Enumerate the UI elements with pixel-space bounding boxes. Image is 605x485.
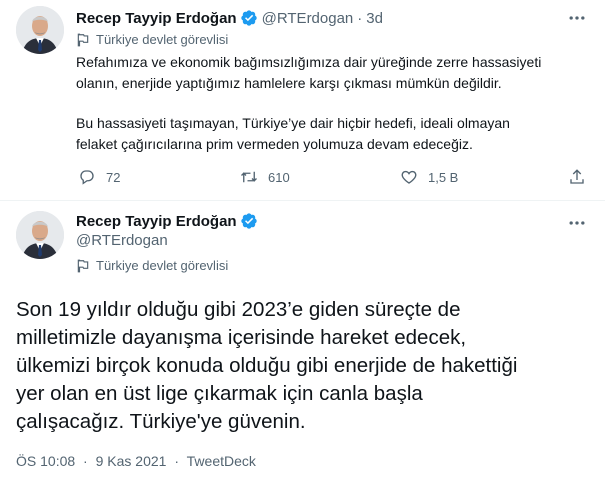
tweet-header: Recep Tayyip Erdoğan @RTErdogan · 3d bbox=[76, 8, 383, 28]
author-name[interactable]: Recep Tayyip Erdoğan bbox=[76, 213, 237, 230]
avatar[interactable] bbox=[16, 6, 64, 54]
tweet-text-line: Refahımıza ve ekonomik bağımsızlığımıza … bbox=[76, 54, 542, 70]
avatar[interactable] bbox=[16, 211, 64, 259]
label-text: Türkiye devlet görevlisi bbox=[96, 258, 229, 273]
tweet-text-line: çalışacağız. Türkiye'ye güvenin. bbox=[16, 410, 306, 433]
tweet-text-line: ülkemizi birçok konuda olduğu gibi enerj… bbox=[16, 354, 518, 377]
author-handle[interactable]: @RTErdogan bbox=[76, 232, 168, 249]
more-options-icon[interactable] bbox=[567, 213, 587, 233]
share-button[interactable] bbox=[568, 168, 586, 186]
tweet-text-line: yer olan en üst lige çıkarmak için canla… bbox=[16, 382, 423, 405]
like-button[interactable]: 1,5 B bbox=[400, 168, 458, 186]
retweet-button[interactable]: 610 bbox=[240, 168, 290, 186]
heart-icon bbox=[400, 168, 418, 186]
date[interactable]: 9 Kas 2021 bbox=[96, 453, 167, 469]
timestamp[interactable]: 3d bbox=[366, 10, 383, 27]
author-handle[interactable]: @RTErdogan bbox=[262, 10, 354, 27]
separator: · bbox=[83, 453, 88, 469]
tweet-text-line: Bu hassasiyeti taşımayan, Türkiye’ye dai… bbox=[76, 115, 510, 131]
avatar-image bbox=[16, 211, 64, 259]
tweet-actions: 72 610 1,5 B bbox=[0, 168, 605, 190]
more-options-icon[interactable] bbox=[567, 8, 587, 28]
reply-button[interactable]: 72 bbox=[78, 168, 120, 186]
tweet-text-line: milletimizle dayanışma içerisinde hareke… bbox=[16, 326, 467, 349]
tweet-metadata: ÖS 10:08 · 9 Kas 2021 · TweetDeck bbox=[16, 453, 256, 469]
flag-icon bbox=[76, 259, 90, 273]
separator: · bbox=[357, 9, 363, 27]
reply-count: 72 bbox=[106, 169, 121, 185]
tweet-text-line: Son 19 yıldır olduğu gibi 2023’e giden s… bbox=[16, 298, 461, 321]
timestamp[interactable]: ÖS 10:08 bbox=[16, 453, 75, 469]
tweet-text: Son 19 yıldır olduğu gibi 2023’e giden s… bbox=[16, 296, 601, 436]
government-label[interactable]: Türkiye devlet görevlisi bbox=[76, 32, 228, 47]
flag-icon bbox=[76, 33, 90, 47]
separator: · bbox=[174, 453, 180, 469]
tweet-text-line: felaket çağırıcılarına prim vermeden yol… bbox=[76, 135, 473, 152]
like-count: 1,5 B bbox=[428, 169, 459, 185]
label-text: Türkiye devlet görevlisi bbox=[96, 32, 229, 47]
tweet-header: Recep Tayyip Erdoğan bbox=[76, 211, 258, 231]
tweet-text-line: olanın, enerjide yaptığımız hamlelere ka… bbox=[76, 74, 502, 91]
author-name[interactable]: Recep Tayyip Erdoğan bbox=[76, 10, 237, 27]
source-app[interactable]: TweetDeck bbox=[187, 453, 256, 469]
verified-badge-icon bbox=[240, 212, 258, 230]
tweet-1[interactable]: Recep Tayyip Erdoğan @RTErdogan · 3d Tür… bbox=[0, 0, 605, 200]
reply-icon bbox=[78, 168, 96, 186]
verified-badge-icon bbox=[240, 9, 258, 27]
avatar-image bbox=[16, 6, 64, 54]
retweet-count: 610 bbox=[268, 169, 290, 185]
tweet-text: Refahımıza ve ekonomik bağımsızlığımıza … bbox=[76, 52, 586, 154]
retweet-icon bbox=[240, 168, 258, 186]
tweet-2[interactable]: Recep Tayyip Erdoğan @RTErdogan Türkiye … bbox=[0, 201, 605, 485]
government-label[interactable]: Türkiye devlet görevlisi bbox=[76, 258, 228, 273]
share-icon bbox=[568, 168, 586, 186]
